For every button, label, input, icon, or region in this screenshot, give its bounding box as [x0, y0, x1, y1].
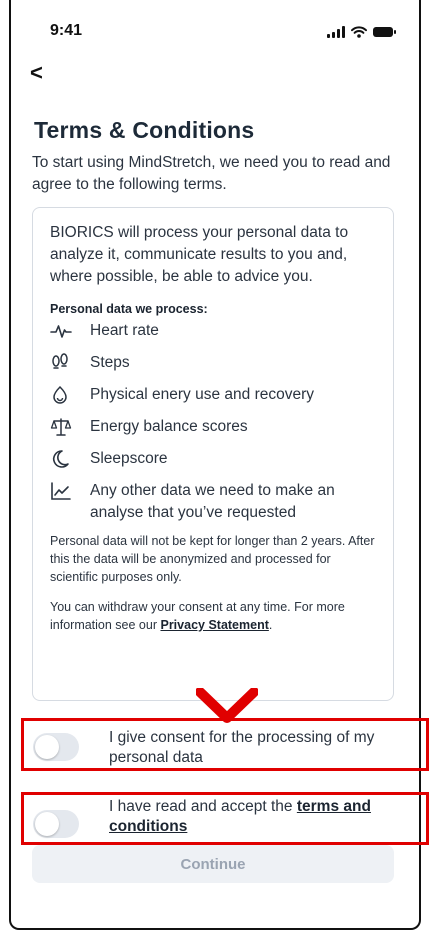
terms-consent-label: I have read and accept the terms and con… — [109, 797, 409, 837]
personal-data-heading: Personal data we process: — [50, 302, 208, 316]
list-item: Energy balance scores — [50, 416, 379, 438]
balance-scale-icon — [50, 416, 74, 438]
status-bar: 9:41 — [38, 22, 396, 46]
recovery-icon — [50, 384, 74, 406]
card-lead-text: BIORICS will process your personal data … — [50, 224, 349, 285]
list-item: Heart rate — [50, 320, 379, 342]
line-chart-icon — [50, 480, 74, 502]
list-item: Any other data we need to make an analys… — [50, 480, 379, 524]
personal-data-list: Heart rate Steps Physical enery use and … — [50, 320, 379, 524]
intro-text: To start using MindStretch, we need you … — [32, 154, 391, 193]
retention-note: Personal data will not be kept for longe… — [50, 534, 375, 584]
footsteps-icon — [50, 352, 74, 374]
personal-data-consent-label: I give consent for the processing of my … — [109, 729, 375, 766]
moon-icon — [50, 448, 74, 470]
list-item-label: Any other data we need to make an analys… — [90, 482, 335, 521]
withdraw-note-end: . — [268, 618, 273, 632]
list-item: Steps — [50, 352, 379, 374]
back-button[interactable]: < — [30, 62, 43, 84]
list-item: Sleepscore — [50, 448, 379, 470]
signal-icon — [327, 26, 345, 38]
toggle-knob — [35, 812, 59, 836]
continue-button[interactable]: Continue — [32, 845, 394, 883]
personal-data-consent-row[interactable]: I give consent for the processing of my … — [21, 718, 429, 771]
privacy-statement-link[interactable]: Privacy Statement — [160, 618, 268, 632]
list-item-label: Energy balance scores — [90, 418, 248, 435]
toggle-knob — [35, 735, 59, 759]
status-icons — [327, 26, 396, 38]
terms-consent-row[interactable]: I have read and accept the terms and con… — [21, 792, 429, 845]
page-title: Terms & Conditions — [34, 117, 255, 143]
heart-rate-icon — [50, 320, 74, 342]
terms-card: BIORICS will process your personal data … — [32, 207, 394, 701]
list-item-label: Steps — [90, 354, 130, 371]
terms-consent-toggle[interactable] — [33, 810, 79, 838]
wifi-icon — [351, 26, 367, 38]
list-item-label: Heart rate — [90, 322, 159, 339]
list-item: Physical enery use and recovery — [50, 384, 379, 406]
status-time: 9:41 — [50, 22, 83, 39]
list-item-label: Sleepscore — [90, 450, 168, 467]
withdraw-note: You can withdraw your consent at any tim… — [50, 598, 382, 634]
terms-consent-text: I have read and accept the — [109, 798, 297, 815]
battery-icon — [373, 27, 396, 37]
list-item-label: Physical enery use and recovery — [90, 386, 315, 403]
personal-data-consent-toggle[interactable] — [33, 733, 79, 761]
